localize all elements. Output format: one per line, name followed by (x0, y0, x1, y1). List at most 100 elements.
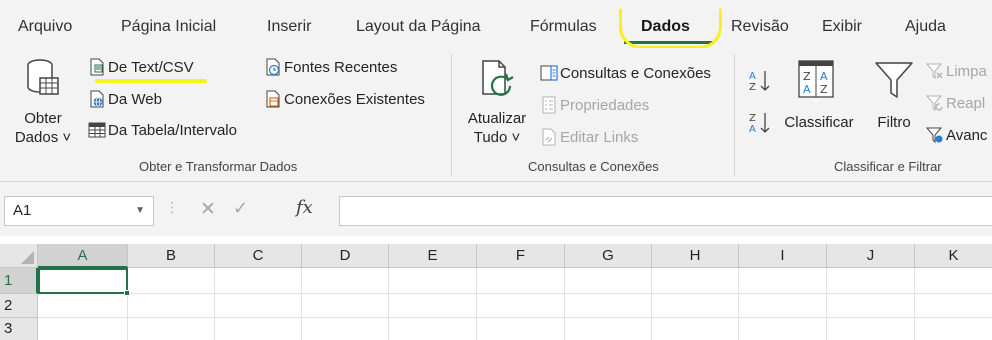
consultas-conexoes-button[interactable]: Consultas e Conexões (540, 64, 711, 82)
editar-links-label: Editar Links (560, 128, 639, 146)
column-header-h[interactable]: H (652, 244, 739, 268)
existing-connections-icon (266, 90, 280, 108)
advanced-filter-icon (926, 127, 943, 144)
name-box[interactable]: A1 ▼ (4, 196, 154, 226)
edit-links-icon (542, 128, 556, 146)
gridline (476, 268, 477, 340)
recent-sources-icon (266, 58, 280, 76)
select-all-triangle-icon (21, 251, 34, 264)
column-header-c[interactable]: C (215, 244, 302, 268)
da-web-label: Da Web (108, 90, 162, 108)
group-label-obter-transformar: Obter e Transformar Dados (139, 159, 298, 174)
limpar-filtro-button[interactable]: Limpa (926, 62, 987, 80)
group-separator (451, 54, 452, 176)
svg-text:Z: Z (803, 70, 811, 83)
da-tabela-intervalo-label: Da Tabela/Intervalo (108, 121, 237, 139)
editar-links-button[interactable]: Editar Links (540, 128, 638, 146)
tab-exibir[interactable]: Exibir (822, 18, 862, 36)
svg-text:Z: Z (749, 82, 756, 93)
insert-function-icon[interactable]: fx (296, 197, 313, 218)
tab-layout-pagina[interactable]: Layout da Página (356, 18, 481, 36)
column-header-d[interactable]: D (302, 244, 389, 268)
sort-dialog-icon: Z A A Z (798, 60, 834, 98)
classificar-button[interactable]: Z A A Z Classificar (782, 56, 856, 146)
svg-text:A: A (749, 71, 756, 82)
select-all-button[interactable] (0, 244, 38, 268)
row-header-3[interactable]: 3 (0, 318, 38, 340)
database-icon (27, 59, 59, 95)
reaplicar-label: Reapl (946, 94, 986, 112)
web-page-icon (90, 90, 104, 108)
gridline (564, 268, 565, 340)
formula-input[interactable] (339, 196, 992, 226)
sort-a-z-button[interactable]: A Z (748, 68, 772, 94)
filter-funnel-icon (875, 62, 913, 98)
sort-ascending-icon: A Z (749, 71, 770, 93)
atualizar-tudo-button[interactable]: Atualizar Tudo ˅ (462, 54, 532, 154)
filtro-label: Filtro (877, 114, 911, 131)
de-text-csv-button[interactable]: De Text/CSV (88, 58, 194, 76)
tab-inserir[interactable]: Inserir (267, 18, 311, 36)
limpar-label: Limpa (946, 62, 987, 80)
tab-revisao[interactable]: Revisão (731, 18, 789, 36)
svg-text:Z: Z (749, 113, 756, 124)
fontes-recentes-label: Fontes Recentes (284, 58, 398, 76)
sort-descending-icon: Z A (749, 113, 770, 135)
obter-dados-button[interactable]: Obter Dados ˅ (4, 54, 82, 154)
de-text-csv-label: De Text/CSV (108, 58, 194, 76)
fontes-recentes-button[interactable]: Fontes Recentes (264, 58, 397, 76)
group-label-classificar-filtrar: Classificar e Filtrar (834, 159, 942, 174)
avancado-label: Avanc (946, 126, 988, 144)
enter-entry-icon[interactable]: ✓ (233, 198, 248, 219)
svg-text:A: A (803, 83, 811, 96)
gridline (214, 268, 215, 340)
refresh-icon (482, 60, 514, 96)
row-header-2[interactable]: 2 (0, 294, 38, 318)
row-header-1[interactable]: 1 (0, 268, 38, 294)
column-header-i[interactable]: I (739, 244, 827, 268)
tab-formulas[interactable]: Fórmulas (530, 18, 597, 36)
propriedades-label: Propriedades (560, 96, 650, 114)
tab-ajuda[interactable]: Ajuda (905, 18, 946, 36)
propriedades-button[interactable]: Propriedades (540, 96, 649, 114)
reaplicar-button[interactable]: Reapl (926, 94, 985, 112)
column-header-f[interactable]: F (477, 244, 565, 268)
ribbon-data: Obter Dados ˅ De Text/CSV Da Web Da Tabe… (0, 48, 992, 182)
formula-bar: A1 ▼ ⋮ ✕ ✓ fx (0, 193, 992, 230)
svg-text:Z: Z (820, 83, 828, 96)
sort-z-a-button[interactable]: Z A (748, 110, 772, 136)
tab-pagina-inicial[interactable]: Página Inicial (121, 18, 216, 36)
gridline (651, 268, 652, 340)
gridline (38, 293, 992, 294)
group-separator-2 (734, 54, 735, 176)
column-header-g[interactable]: G (565, 244, 652, 268)
filtro-button[interactable]: Filtro (868, 56, 920, 146)
column-header-b[interactable]: B (128, 244, 215, 268)
column-header-a[interactable]: A (38, 244, 128, 268)
classificar-label: Classificar (784, 114, 854, 131)
gridline (388, 268, 389, 340)
atualizar-tudo-label-2: Tudo ˅ (473, 129, 521, 146)
cancel-entry-icon[interactable]: ✕ (200, 198, 216, 221)
obter-dados-label-2: Dados ˅ (14, 129, 72, 146)
column-header-e[interactable]: E (389, 244, 477, 268)
active-cell-a1[interactable] (38, 268, 128, 294)
conexoes-existentes-button[interactable]: Conexões Existentes (264, 90, 425, 108)
properties-icon (542, 96, 556, 114)
column-header-j[interactable]: J (827, 244, 915, 268)
svg-text:A: A (820, 70, 828, 83)
da-tabela-intervalo-button[interactable]: Da Tabela/Intervalo (88, 121, 237, 139)
gridline (738, 268, 739, 340)
da-web-button[interactable]: Da Web (88, 90, 162, 108)
consultas-conexoes-label: Consultas e Conexões (560, 64, 711, 82)
name-box-dropdown-icon[interactable]: ▼ (135, 205, 145, 216)
column-header-k[interactable]: K (915, 244, 992, 268)
svg-text:A: A (749, 124, 756, 135)
group-label-consultas-conexoes: Consultas e Conexões (528, 159, 659, 174)
gridline (914, 268, 915, 340)
formula-bar-grip-icon[interactable]: ⋮ (165, 199, 179, 216)
avancado-button[interactable]: Avanc (926, 126, 987, 144)
worksheet-grid[interactable]: A B C D E F G H I J K 1 2 3 (0, 236, 992, 340)
fill-handle[interactable] (124, 290, 130, 296)
tab-arquivo[interactable]: Arquivo (18, 18, 72, 36)
